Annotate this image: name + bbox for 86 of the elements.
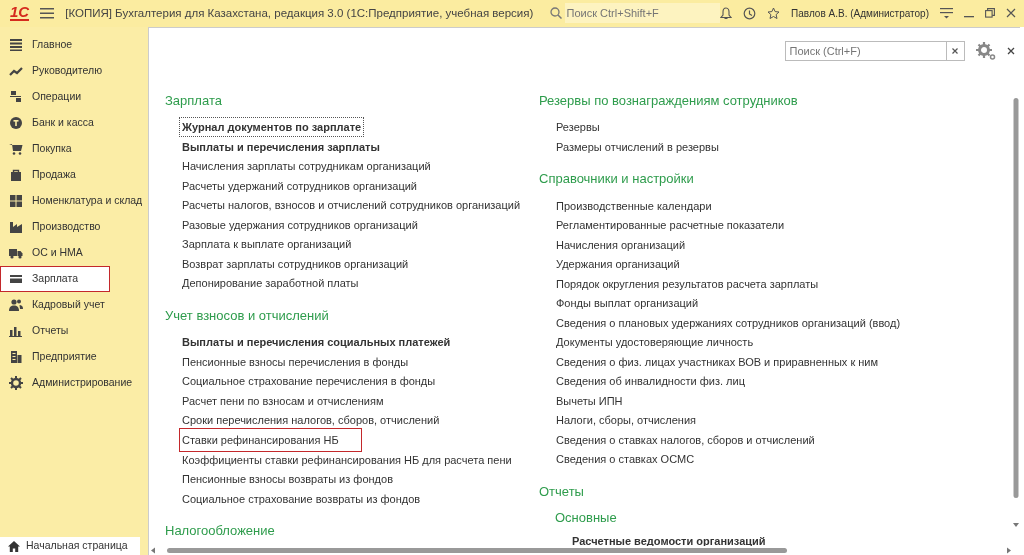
settings-icon[interactable] — [975, 41, 996, 60]
bar-chart-icon — [9, 324, 23, 339]
link[interactable]: Порядок округления результатов расчета зарплаты — [553, 273, 822, 293]
sidebar-item[interactable]: Производство — [0, 214, 148, 241]
building-icon — [9, 350, 23, 365]
link[interactable]: Расчетные ведомости организаций — [569, 530, 769, 546]
people-icon — [9, 298, 23, 313]
user-name[interactable]: Павлов А.В. (Администратор) — [791, 5, 929, 21]
sidebar-item[interactable]: Руководителю — [0, 58, 148, 85]
sidebar-item[interactable]: ОС и НМА — [0, 240, 148, 267]
section-subtitle: Основные — [555, 509, 618, 527]
link[interactable]: Сведения о физ. лицах участниках ВОВ и приравненных к ним — [553, 351, 882, 371]
link[interactable]: Сроки перечисления налогов, сборов, отчислений — [179, 410, 443, 430]
home-tab[interactable]: Начальная страница — [0, 537, 140, 555]
link[interactable]: Сведения о ставках ОСМС — [553, 449, 698, 469]
link[interactable]: Выплаты и перечисления социальных платежей — [179, 332, 454, 352]
sidebar-item[interactable]: Зарплата — [0, 266, 110, 293]
truck-icon — [9, 246, 23, 261]
cart-icon — [9, 142, 23, 157]
sidebar-item[interactable]: Покупка — [0, 136, 148, 163]
bell-icon[interactable] — [720, 6, 733, 20]
factory-icon — [9, 220, 23, 235]
close-icon — [952, 47, 958, 54]
link[interactable]: Документы удостоверяющие личность — [553, 332, 757, 352]
link[interactable]: Расчеты удержаний сотрудников организаций — [179, 175, 420, 195]
search-field[interactable]: Поиск (Ctrl+F) — [784, 40, 947, 61]
coin-icon — [9, 116, 23, 131]
section-title: Учет взносов и отчислений — [165, 306, 330, 325]
link[interactable]: Социальное страхование перечисления в фонды — [179, 371, 439, 391]
link[interactable]: Сведения об инвалидности физ. лиц — [553, 371, 748, 391]
home-icon — [8, 540, 20, 552]
sidebar-item[interactable]: Предприятие — [0, 344, 148, 371]
link[interactable]: Регламентированные расчетные показатели — [553, 215, 788, 235]
link[interactable]: Вычеты ИПН — [553, 390, 626, 410]
link[interactable]: Начисления зарплаты сотрудникам организаций — [179, 156, 434, 176]
section-title: Налогообложение — [165, 522, 276, 540]
link[interactable]: Зарплата к выплате организаций — [179, 234, 355, 254]
link[interactable]: Резервы — [553, 117, 603, 137]
link[interactable]: Возврат зарплаты сотрудников организаций — [179, 253, 412, 273]
link[interactable]: Депонирование заработной платы — [179, 273, 362, 293]
link[interactable]: Удержания организаций — [553, 254, 683, 274]
bag-icon — [9, 168, 23, 183]
window-title: [КОПИЯ] Бухгалтерия для Казахстана, редакция 3.0 (1С:Предприятие, учебная версия) — [65, 5, 534, 21]
grid-icon — [9, 194, 23, 209]
sidebar-item[interactable]: Отчеты — [0, 318, 148, 345]
link[interactable]: Размеры отчислений в резервы — [553, 136, 722, 156]
link[interactable]: Социальное страхование возвраты из фондов — [179, 488, 424, 508]
section-title: Зарплата — [165, 91, 223, 110]
close-icon[interactable] — [1006, 8, 1016, 19]
ledger-icon — [9, 90, 23, 105]
sidebar-item[interactable]: Продажа — [0, 162, 148, 189]
link[interactable]: Расчет пени по взносам и отчислениям — [179, 390, 387, 410]
menu-icon[interactable] — [40, 7, 55, 20]
link[interactable]: Пенсионные взносы перечисления в фонды — [179, 351, 412, 371]
link[interactable]: Журнал документов по зарплате — [179, 117, 365, 137]
link[interactable]: Коэффициенты ставки рефинансирования НБ для расчета пени — [179, 449, 515, 469]
restore-icon[interactable] — [985, 8, 995, 19]
sidebar-item[interactable]: Главное — [0, 32, 148, 59]
link[interactable]: Производственные календари — [553, 195, 715, 215]
link[interactable]: Расчеты налогов, взносов и отчислений сотрудников организаций — [179, 195, 524, 215]
star-icon[interactable] — [767, 6, 781, 20]
gear-icon — [9, 376, 23, 391]
link[interactable]: Разовые удержания сотрудников организаций — [179, 214, 421, 234]
link[interactable]: Ставки рефинансирования НБ — [179, 427, 362, 452]
search-field[interactable]: Поиск Ctrl+Shift+F — [564, 3, 721, 24]
section-title: Резервы по вознаграждениям сотрудников — [539, 91, 799, 110]
link[interactable]: Сведения о ставках налогов, сборов и отчислений — [553, 429, 818, 449]
sidebar-item[interactable]: Банк и касса — [0, 110, 148, 137]
sidebar-item[interactable]: Операции — [0, 84, 148, 111]
settings-icon[interactable] — [940, 7, 953, 20]
link[interactable]: Пенсионные взносы возвраты из фондов — [179, 469, 396, 489]
sidebar-item[interactable]: Номенклатура и склад — [0, 188, 148, 215]
link[interactable]: Выплаты и перечисления зарплаты — [179, 136, 383, 156]
section-title: Справочники и настройки — [539, 170, 695, 188]
close-icon[interactable] — [1006, 46, 1015, 55]
link[interactable]: Фонды выплат организаций — [553, 293, 702, 313]
section-title: Отчеты — [539, 482, 585, 501]
sidebar-item[interactable]: Кадровый учет — [0, 292, 148, 319]
list-icon — [9, 38, 23, 53]
search-icon — [549, 7, 562, 20]
logo: 1С — [10, 5, 30, 22]
link[interactable]: Налоги, сборы, отчисления — [553, 410, 700, 430]
sidebar-item[interactable]: Администрирование — [0, 370, 148, 397]
link[interactable]: Сведения о плановых удержаниях сотрудников организаций (ввод) — [553, 312, 904, 332]
link[interactable]: Начисления организаций — [553, 234, 689, 254]
history-icon[interactable] — [743, 6, 757, 20]
